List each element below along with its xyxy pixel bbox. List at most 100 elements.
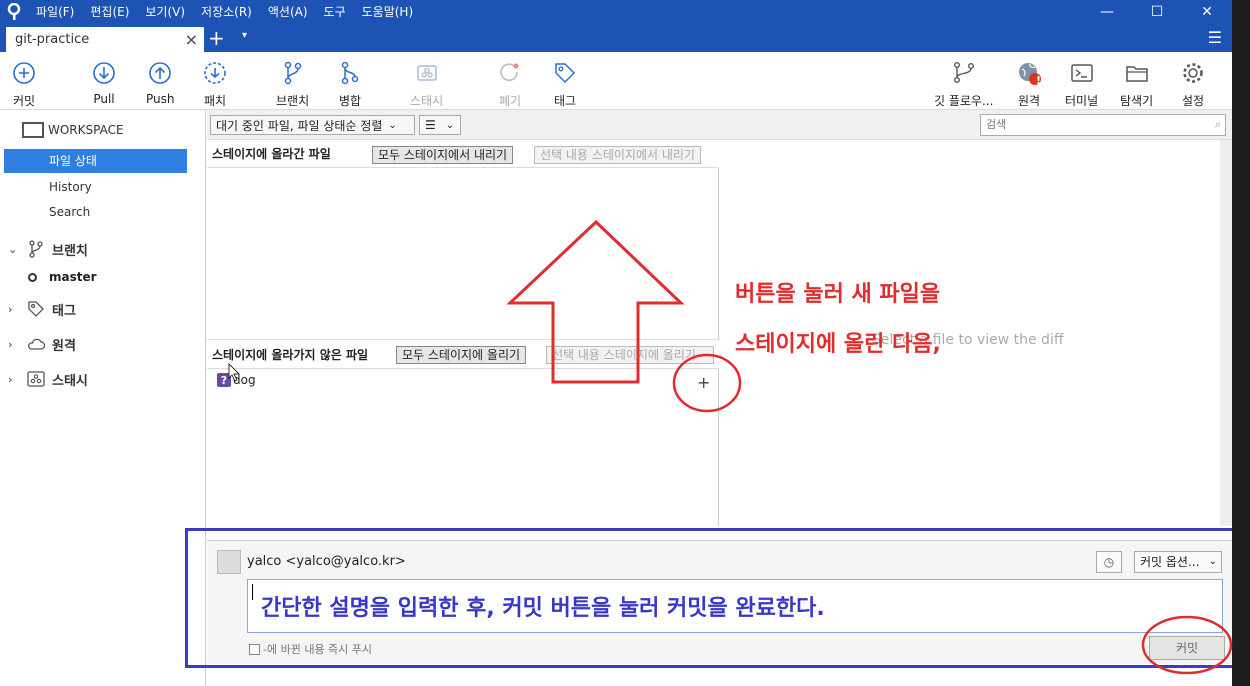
view-mode-dropdown[interactable]: ☰ ⌄ <box>419 115 461 135</box>
monitor-icon <box>22 122 44 138</box>
pending-files-dropdown[interactable]: 대기 중인 파일, 파일 상태순 정렬 ⌄ <box>210 115 415 135</box>
tag-icon <box>555 63 576 84</box>
gitflow-icon <box>953 62 974 84</box>
stash-tool-button[interactable]: 스태시 <box>410 60 443 109</box>
pending-files-label: 대기 중인 파일, 파일 상태순 정렬 <box>216 118 383 133</box>
workspace-header: WORKSPACE <box>22 122 124 138</box>
sidebar-item-file-status[interactable]: 파일 상태 <box>4 149 187 173</box>
unstaged-files-header: 스테이지에 올라가지 않은 파일 모두 스테이지에 올리기 선택 내용 스테이지… <box>207 339 719 369</box>
fetch-tool-label: 패치 <box>203 94 227 108</box>
current-branch-icon <box>28 272 37 282</box>
fetch-arrow-icon <box>204 62 226 84</box>
menu-file[interactable]: 파일(F) <box>28 0 82 24</box>
merge-tool-label: 병합 <box>338 94 362 108</box>
stage-all-button[interactable]: 모두 스테이지에 올리기 <box>396 346 527 364</box>
filter-bar: 대기 중인 파일, 파일 상태순 정렬 ⌄ ☰ ⌄ 검색 ⌕ <box>207 110 1232 140</box>
explorer-tool-label: 탐색기 <box>1120 94 1154 108</box>
close-tab-icon[interactable]: × <box>185 30 198 49</box>
stash-icon <box>416 65 437 81</box>
stash-icon <box>27 371 45 387</box>
menu-tools[interactable]: 도구 <box>316 0 354 24</box>
background-strip <box>1232 0 1250 686</box>
tab-list-dropdown-icon[interactable]: ▾ <box>242 30 247 41</box>
pull-arrow-down-icon <box>93 62 115 84</box>
pull-tool-button[interactable]: Pull <box>91 60 117 106</box>
menu-edit[interactable]: 편집(E) <box>82 0 137 24</box>
branch-tool-label: 브랜치 <box>276 94 310 108</box>
sourcetree-window: 파일(F) 편집(E) 보기(V) 저장소(R) 액션(A) 도구 도움말(H)… <box>0 0 1236 686</box>
terminal-tool-button[interactable]: 터미널 <box>1065 60 1098 109</box>
discard-icon <box>500 63 519 82</box>
cloud-icon <box>28 338 46 350</box>
push-tool-button[interactable]: Push <box>146 60 175 106</box>
sidebar-section-stashes[interactable]: › 스태시 <box>8 369 88 389</box>
file-name: dog <box>233 373 256 387</box>
remote-alert-badge: ! <box>1036 74 1042 87</box>
stashes-label: 스태시 <box>52 373 88 389</box>
search-input[interactable]: 검색 ⌕ <box>980 114 1226 136</box>
branch-icon <box>29 240 43 258</box>
new-tab-button[interactable]: + <box>208 26 225 50</box>
commit-tool-label: 커밋 <box>12 94 36 108</box>
chevron-right-icon: › <box>8 302 13 316</box>
branch-tool-button[interactable]: 브랜치 <box>276 60 309 109</box>
gear-icon <box>1183 63 1203 83</box>
stage-file-plus-button[interactable]: + <box>697 373 710 392</box>
file-status-pane: 스테이지에 올라간 파일 모두 스테이지에서 내리기 선택 내용 스테이지에서 … <box>207 140 719 526</box>
fetch-tool-button[interactable]: 패치 <box>202 60 228 109</box>
remote-tool-label: 원격 <box>1017 94 1041 108</box>
diff-scrollbar[interactable] <box>1220 140 1232 526</box>
menu-help[interactable]: 도움말(H) <box>354 0 422 24</box>
menu-view[interactable]: 보기(V) <box>137 0 193 24</box>
merge-icon <box>341 61 359 85</box>
blue-highlight-frame <box>185 528 1236 668</box>
list-view-icon: ☰ <box>425 118 436 132</box>
search-placeholder: 검색 <box>986 118 1007 131</box>
close-window-button[interactable]: ✕ <box>1182 0 1232 24</box>
sidebar-item-search[interactable]: Search <box>49 205 90 219</box>
commit-plus-icon <box>13 62 35 84</box>
branches-label: 브랜치 <box>52 243 88 259</box>
maximize-button[interactable]: ☐ <box>1132 0 1182 24</box>
sidebar-section-tags[interactable]: › 태그 <box>8 299 76 319</box>
stash-tool-label: 스태시 <box>410 94 444 108</box>
sidebar: WORKSPACE 파일 상태 History Search ⌄ 브랜치 mas… <box>0 110 206 686</box>
unstaged-file-row[interactable]: ? dog <box>217 373 256 387</box>
search-icon: ⌕ <box>1214 118 1221 131</box>
gitflow-tool-button[interactable]: 깃 플로우... <box>934 60 993 109</box>
menu-bar: 파일(F) 편집(E) 보기(V) 저장소(R) 액션(A) 도구 도움말(H) <box>28 0 421 24</box>
terminal-tool-label: 터미널 <box>1065 94 1099 108</box>
sidebar-section-remotes[interactable]: › 원격 <box>8 334 76 354</box>
pull-tool-label: Pull <box>93 92 115 106</box>
settings-tool-button[interactable]: 설정 <box>1180 60 1206 109</box>
gitflow-tool-label: 깃 플로우... <box>934 94 994 108</box>
hamburger-menu-icon[interactable]: ☰ <box>1208 28 1222 47</box>
stage-selected-button[interactable]: 선택 내용 스테이지에 올리기 <box>546 346 714 364</box>
merge-tool-button[interactable]: 병합 <box>337 60 363 109</box>
sidebar-section-branches[interactable]: ⌄ 브랜치 <box>8 239 88 259</box>
branch-icon <box>284 61 301 85</box>
title-bar: 파일(F) 편집(E) 보기(V) 저장소(R) 액션(A) 도구 도움말(H)… <box>0 0 1232 24</box>
chevron-right-icon: › <box>8 337 13 351</box>
branch-item-master[interactable]: master <box>28 270 97 284</box>
chevron-down-icon: ⌄ <box>445 119 455 131</box>
folder-icon <box>1125 66 1148 82</box>
tag-tool-button[interactable]: 태그 <box>552 60 578 109</box>
tag-icon <box>28 301 44 317</box>
sidebar-item-history[interactable]: History <box>49 180 92 194</box>
chevron-right-icon: › <box>8 372 13 386</box>
tab-bar: git-practice × + ▾ ☰ <box>0 24 1232 52</box>
minimize-button[interactable]: — <box>1082 0 1132 24</box>
menu-repository[interactable]: 저장소(R) <box>193 0 260 24</box>
discard-tool-label: 폐기 <box>498 94 522 108</box>
discard-tool-button[interactable]: 폐기 <box>497 60 523 109</box>
push-arrow-up-icon <box>149 62 172 84</box>
unstage-all-button[interactable]: 모두 스테이지에서 내리기 <box>372 146 514 164</box>
tab-git-practice[interactable]: git-practice × <box>6 27 204 52</box>
explorer-tool-button[interactable]: 탐색기 <box>1120 60 1153 109</box>
push-tool-label: Push <box>146 92 175 106</box>
chevron-down-icon: ⌄ <box>8 242 18 256</box>
menu-actions[interactable]: 액션(A) <box>260 0 316 24</box>
commit-tool-button[interactable]: 커밋 <box>11 60 37 109</box>
unstage-selected-button[interactable]: 선택 내용 스테이지에서 내리기 <box>534 146 701 164</box>
